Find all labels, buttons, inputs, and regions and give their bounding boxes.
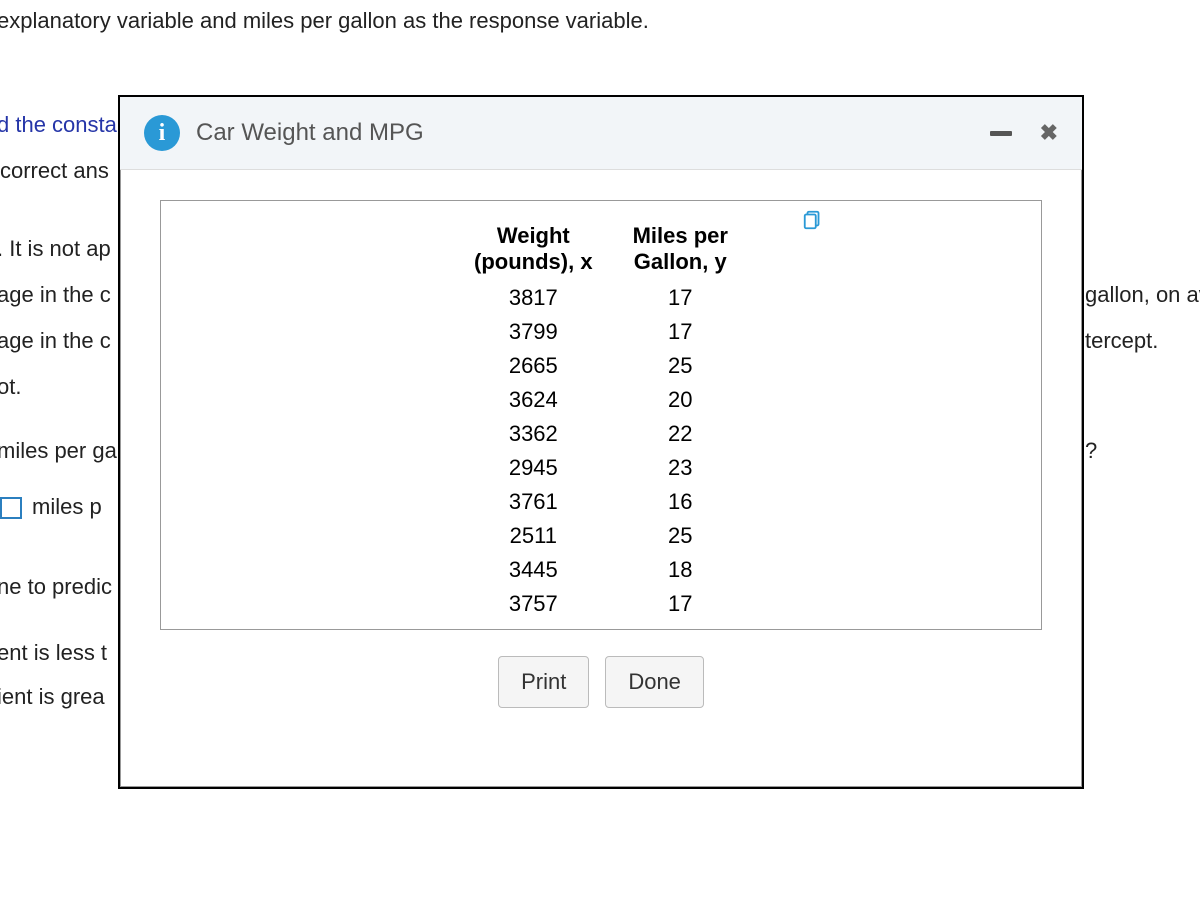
- table-row: 362420: [454, 383, 748, 417]
- table-row: 344518: [454, 553, 748, 587]
- bg-frag-correct-ans: correct ans: [0, 158, 109, 184]
- cell-weight: 3817: [454, 281, 613, 315]
- cell-mpg: 18: [613, 553, 748, 587]
- modal-controls: ✖: [990, 120, 1058, 146]
- data-panel: Weight (pounds), x Miles per Gallon, y 3…: [160, 200, 1042, 630]
- bg-frag-consta: d the consta: [0, 112, 117, 138]
- table-row: 379917: [454, 315, 748, 349]
- table-header-row: Weight (pounds), x Miles per Gallon, y: [454, 221, 748, 281]
- close-icon[interactable]: ✖: [1040, 120, 1058, 146]
- table-row: 376116: [454, 485, 748, 519]
- bg-frag-not-ap: . It is not ap: [0, 236, 111, 262]
- table-row: 251125: [454, 519, 748, 553]
- bg-frag-tercept: tercept.: [1085, 328, 1158, 354]
- bg-line-top: explanatory variable and miles per gallo…: [0, 8, 649, 34]
- modal-footer: Print Done: [160, 656, 1042, 708]
- modal-body: Weight (pounds), x Miles per Gallon, y 3…: [120, 170, 1082, 728]
- print-button[interactable]: Print: [498, 656, 589, 708]
- bg-frag-predict: ne to predic: [0, 574, 112, 600]
- cell-mpg: 22: [613, 417, 748, 451]
- miles-p-label: miles p: [32, 494, 102, 519]
- table-row: 375717: [454, 587, 748, 621]
- bg-frag-miles-ga: miles per ga: [0, 438, 117, 464]
- cell-weight: 3799: [454, 315, 613, 349]
- table-row: 294523: [454, 451, 748, 485]
- copy-icon[interactable]: [802, 209, 824, 231]
- cell-weight: 3757: [454, 587, 613, 621]
- col-header-weight: Weight (pounds), x: [454, 221, 613, 281]
- cell-mpg: 23: [613, 451, 748, 485]
- bg-frag-gallon-av: gallon, on av: [1085, 282, 1200, 308]
- table-row: 336222: [454, 417, 748, 451]
- col-header-mpg-line2: Gallon, y: [634, 249, 727, 274]
- bg-frag-ient-grea: ient is grea: [0, 684, 105, 710]
- cell-weight: 2665: [454, 349, 613, 383]
- info-icon: i: [144, 115, 180, 151]
- cell-weight: 2511: [454, 519, 613, 553]
- bg-frag-age1: age in the c: [0, 282, 111, 308]
- cell-mpg: 25: [613, 519, 748, 553]
- modal-dialog: i Car Weight and MPG ✖ Weight: [118, 95, 1084, 789]
- table-row: 381717: [454, 281, 748, 315]
- col-header-mpg-line1: Miles per: [633, 223, 728, 248]
- col-header-weight-line2: (pounds), x: [474, 249, 593, 274]
- bg-frag-ent-less: ent is less t: [0, 640, 107, 666]
- bg-frag-qmark: ?: [1085, 438, 1097, 464]
- cell-mpg: 17: [613, 281, 748, 315]
- cell-weight: 2945: [454, 451, 613, 485]
- data-table: Weight (pounds), x Miles per Gallon, y 3…: [454, 221, 748, 621]
- cell-weight: 3624: [454, 383, 613, 417]
- table-row: 266525: [454, 349, 748, 383]
- cell-weight: 3445: [454, 553, 613, 587]
- modal-header: i Car Weight and MPG ✖: [120, 97, 1082, 170]
- col-header-mpg: Miles per Gallon, y: [613, 221, 748, 281]
- bg-frag-age2: age in the c: [0, 328, 111, 354]
- bg-frag-miles-p: miles p: [0, 494, 102, 520]
- cell-mpg: 16: [613, 485, 748, 519]
- col-header-weight-line1: Weight: [497, 223, 570, 248]
- done-button[interactable]: Done: [605, 656, 704, 708]
- cell-mpg: 17: [613, 587, 748, 621]
- cell-mpg: 25: [613, 349, 748, 383]
- cell-mpg: 17: [613, 315, 748, 349]
- minimize-icon[interactable]: [990, 131, 1012, 136]
- cell-mpg: 20: [613, 383, 748, 417]
- cell-weight: 3761: [454, 485, 613, 519]
- checkbox-icon[interactable]: [0, 497, 22, 519]
- cell-weight: 3362: [454, 417, 613, 451]
- bg-frag-ot: ot.: [0, 374, 21, 400]
- modal-title: Car Weight and MPG: [196, 119, 424, 147]
